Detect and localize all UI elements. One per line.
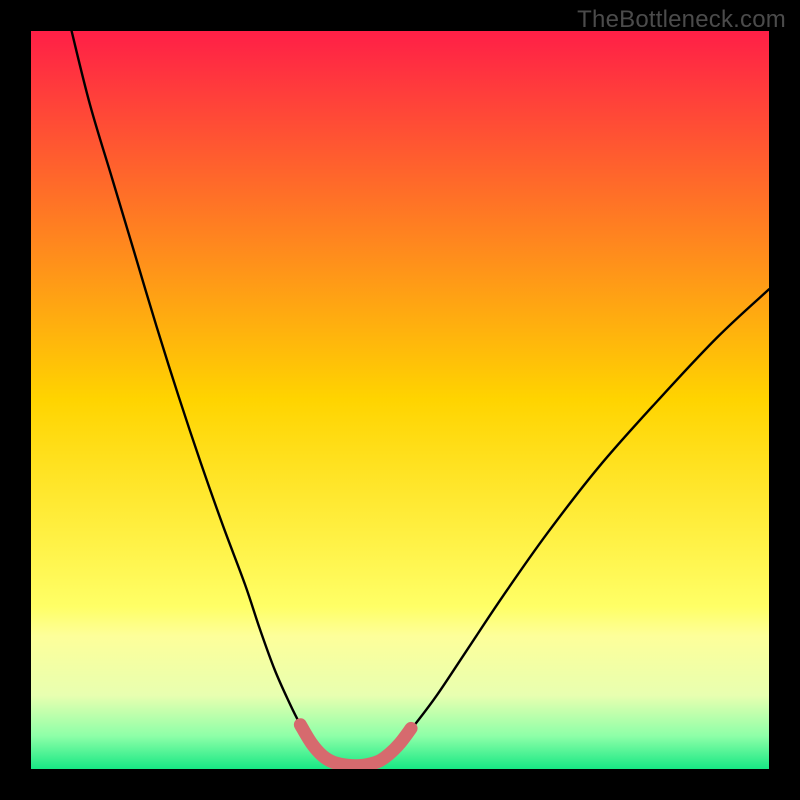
outer-frame: TheBottleneck.com (0, 0, 800, 800)
chart-svg (31, 31, 769, 769)
watermark-text: TheBottleneck.com (577, 6, 786, 34)
plot-area (31, 31, 769, 769)
